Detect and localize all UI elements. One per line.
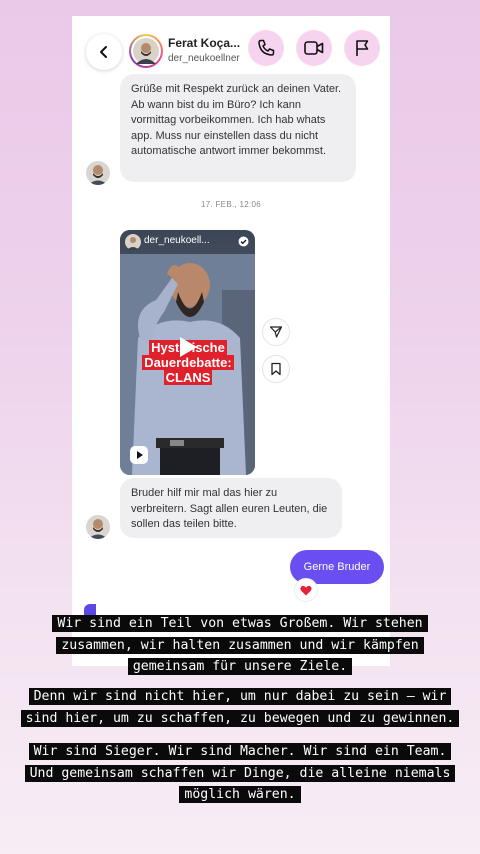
avatar[interactable] [129,34,163,68]
reels-play-icon [130,446,148,464]
message-text: Bruder hilf mir mal das hier zu verbreit… [131,487,328,530]
chevron-left-icon [100,46,107,58]
chat-screenshot: Ferat Koça... der_neukoellner Grüße mit … [72,16,390,666]
share-reel-button[interactable] [262,318,290,346]
sender-avatar[interactable] [86,515,110,539]
phone-icon [258,39,275,56]
message-reaction[interactable] [294,578,318,602]
message-timestamp: 17. FEB., 12:06 [200,200,262,209]
contact-name[interactable]: Ferat Koça... [168,36,240,50]
reply-text: Gerne Bruder [303,561,371,573]
verified-icon [238,236,249,247]
heart-icon [300,585,312,595]
call-button[interactable] [248,30,284,66]
send-icon [269,326,283,338]
video-icon [304,41,324,55]
contact-username[interactable]: der_neukoellner [168,53,240,64]
reel-author: der_neukoell... [144,235,210,246]
play-icon[interactable] [174,334,200,360]
sender-avatar[interactable] [86,161,110,185]
avatar-image [133,38,159,64]
message-bubble-incoming: Bruder hilf mir mal das hier zu verbreit… [120,478,342,538]
story-caption-3: Wir sind Sieger. Wir sind Macher. Wir si… [0,740,480,805]
shared-reel[interactable]: der_neukoell... Hysterische Dauerdebatte… [120,230,255,475]
report-button[interactable] [344,30,380,66]
save-reel-button[interactable] [262,355,290,383]
flag-icon [356,40,369,56]
bookmark-icon [271,362,281,376]
story-caption-1: Wir sind ein Teil von etwas Großem. Wir … [0,612,480,677]
reel-author-avatar [125,234,141,250]
message-bubble-incoming: Grüße mit Respekt zurück an deinen Vater… [120,74,356,182]
back-button[interactable] [86,34,122,70]
story-screen: { "header": { "name": "Ferat Koça...", "… [0,0,480,854]
video-call-button[interactable] [296,30,332,66]
story-caption-2: Denn wir sind nicht hier, um nur dabei z… [0,685,480,728]
message-text: Grüße mit Respekt zurück an deinen Vater… [131,83,342,157]
